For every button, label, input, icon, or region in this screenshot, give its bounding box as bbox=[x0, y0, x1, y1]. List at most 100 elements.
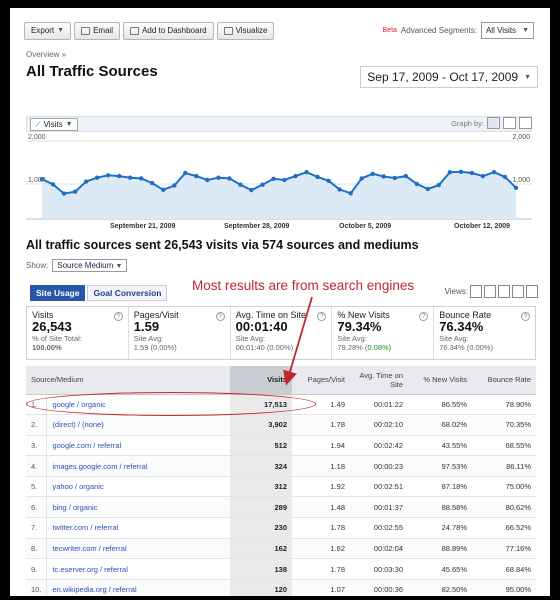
data-point[interactable] bbox=[249, 187, 254, 193]
table-view-icon[interactable] bbox=[470, 285, 482, 298]
data-point[interactable] bbox=[105, 173, 111, 178]
data-point[interactable] bbox=[326, 178, 331, 183]
data-point[interactable] bbox=[271, 176, 276, 181]
data-point[interactable] bbox=[469, 170, 475, 176]
data-point[interactable] bbox=[260, 182, 265, 187]
data-point[interactable] bbox=[491, 170, 497, 175]
tab-site-usage[interactable]: Site Usage bbox=[30, 285, 86, 301]
data-point[interactable] bbox=[161, 187, 166, 192]
data-point[interactable] bbox=[139, 176, 144, 181]
graph-metric-value: Visits bbox=[43, 120, 63, 129]
column-header-avg-time[interactable]: Avg. Time on Site bbox=[350, 366, 408, 395]
column-header-new-visits[interactable]: % New Visits bbox=[408, 366, 472, 395]
help-icon[interactable]: ? bbox=[113, 312, 123, 321]
source-link[interactable]: tc.eserver.org / referral bbox=[46, 558, 230, 580]
new-visits-cell: 86.55% bbox=[408, 394, 472, 416]
data-point[interactable] bbox=[227, 176, 232, 181]
data-point[interactable] bbox=[304, 170, 309, 175]
pivot-view-icon[interactable] bbox=[526, 285, 538, 298]
help-icon[interactable]: ? bbox=[520, 312, 530, 321]
source-link[interactable]: tecwriter.com / referral bbox=[46, 538, 230, 560]
add-to-dashboard-button[interactable]: Add to Dashboard bbox=[123, 22, 214, 40]
data-point[interactable] bbox=[50, 182, 56, 187]
data-point[interactable] bbox=[403, 173, 408, 179]
segments-select[interactable]: All Visits ▼ bbox=[480, 22, 534, 39]
data-point[interactable] bbox=[128, 175, 133, 180]
new-visits-cell: 87.18% bbox=[408, 476, 472, 498]
chevron-down-icon: ▼ bbox=[57, 27, 65, 34]
tab-goal-conversion[interactable]: Goal Conversion bbox=[87, 285, 168, 301]
data-point[interactable] bbox=[458, 169, 464, 174]
dimension-select[interactable]: Source Medium ▼ bbox=[52, 259, 128, 272]
visualize-button[interactable]: Visualize bbox=[216, 22, 275, 40]
scorecard-sub: Site Avg: bbox=[439, 334, 469, 343]
graph-by-day-button[interactable] bbox=[487, 117, 500, 129]
column-header-visits[interactable]: Visits bbox=[230, 366, 292, 395]
visits-cell: 289 bbox=[230, 496, 292, 519]
avg-time-cell: 00:00:36 bbox=[350, 579, 408, 596]
export-button[interactable]: Export ▼ bbox=[24, 22, 72, 40]
table-row: 2. (direct) / (none) 3,902 1.78 00:02:10 68.0… bbox=[26, 414, 536, 436]
dashboard-icon bbox=[130, 27, 140, 35]
data-point[interactable] bbox=[436, 182, 441, 188]
data-point[interactable] bbox=[425, 186, 430, 192]
data-point[interactable] bbox=[183, 170, 188, 176]
source-link[interactable]: (direct) / (none) bbox=[46, 414, 230, 436]
data-point[interactable] bbox=[172, 183, 177, 188]
table-row: 4. images.google.com / referral 324 1.18 00:… bbox=[26, 455, 536, 477]
data-point[interactable] bbox=[282, 177, 287, 183]
data-point[interactable] bbox=[513, 185, 519, 190]
graph-metric-select[interactable]: ⟋ Visits ▼ bbox=[30, 118, 78, 131]
data-point[interactable] bbox=[61, 191, 67, 196]
bounce-rate-cell: 77.16% bbox=[472, 538, 536, 560]
column-header-bounce-rate[interactable]: Bounce Rate bbox=[472, 366, 536, 395]
data-point[interactable] bbox=[216, 175, 221, 180]
data-point[interactable] bbox=[414, 181, 419, 187]
source-link[interactable]: bing / organic bbox=[46, 496, 230, 519]
email-button[interactable]: Email bbox=[74, 22, 121, 40]
page-title: All Traffic Sources bbox=[26, 63, 158, 80]
data-point[interactable] bbox=[502, 174, 508, 180]
data-point[interactable] bbox=[348, 191, 353, 196]
y-tick-label: 2,000 bbox=[512, 134, 530, 141]
data-point[interactable] bbox=[117, 173, 122, 179]
data-point[interactable] bbox=[39, 177, 45, 182]
comparison-view-icon[interactable] bbox=[512, 285, 524, 298]
data-point[interactable] bbox=[447, 170, 453, 175]
data-point[interactable] bbox=[293, 173, 298, 179]
source-link[interactable]: images.google.com / referral bbox=[46, 455, 230, 477]
breadcrumb[interactable]: Overview » bbox=[26, 50, 66, 59]
help-icon[interactable]: ? bbox=[215, 312, 225, 321]
data-point[interactable] bbox=[83, 179, 89, 184]
row-number: 8. bbox=[26, 538, 48, 560]
data-point[interactable] bbox=[381, 174, 386, 179]
performance-view-icon[interactable] bbox=[498, 285, 510, 298]
scorecard-bounce-rate: Bounce Rate 76.34% Site Avg: 76.34% (0.0… bbox=[434, 307, 535, 359]
graph-by-week-button[interactable] bbox=[503, 117, 516, 129]
data-point[interactable] bbox=[315, 174, 320, 180]
data-point[interactable] bbox=[72, 189, 78, 194]
source-link[interactable]: twitter.com / referral bbox=[46, 517, 230, 539]
column-header-source[interactable]: Source/Medium bbox=[26, 366, 230, 395]
graph-by-month-button[interactable] bbox=[519, 117, 532, 129]
row-number: 4. bbox=[26, 455, 48, 477]
data-point[interactable] bbox=[392, 175, 397, 181]
date-range-picker[interactable]: Sep 17, 2009 - Oct 17, 2009 ▼ bbox=[360, 66, 538, 88]
data-point[interactable] bbox=[238, 182, 243, 187]
source-link[interactable]: yahoo / organic bbox=[46, 476, 230, 498]
data-point[interactable] bbox=[150, 180, 155, 186]
segments-label: Advanced Segments: bbox=[400, 26, 477, 35]
data-point[interactable] bbox=[359, 176, 364, 181]
scorecard-sub-value: 00:01:40 (0.00%) bbox=[235, 343, 294, 352]
source-link[interactable]: google.com / referral bbox=[46, 435, 230, 457]
data-point[interactable] bbox=[205, 177, 210, 183]
data-point[interactable] bbox=[480, 173, 486, 179]
data-point[interactable] bbox=[370, 171, 375, 176]
column-header-pages-visit[interactable]: Pages/Visit bbox=[292, 366, 350, 395]
show-row: Show: Source Medium ▼ bbox=[26, 259, 128, 272]
data-point[interactable] bbox=[94, 175, 100, 180]
source-link[interactable]: en.wikipedia.org / referral bbox=[46, 579, 230, 596]
data-point[interactable] bbox=[194, 173, 199, 179]
pie-view-icon[interactable] bbox=[484, 285, 496, 298]
data-point[interactable] bbox=[337, 187, 342, 192]
